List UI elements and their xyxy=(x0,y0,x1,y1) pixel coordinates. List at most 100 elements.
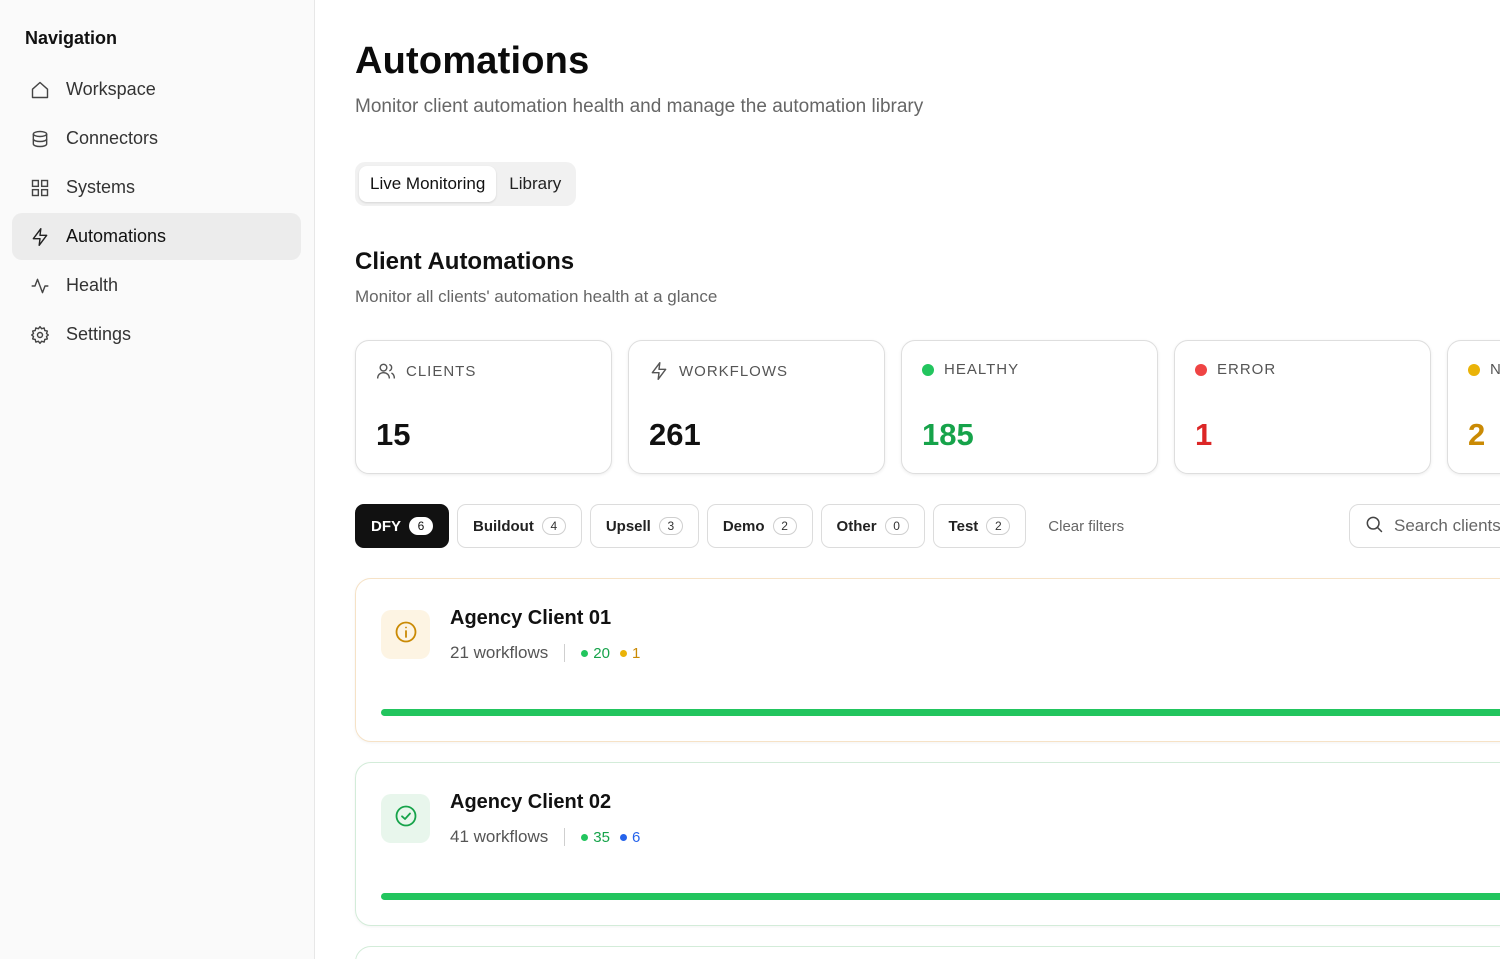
client-status-icon xyxy=(381,794,430,843)
stat-card-clients: CLIENTS 15 xyxy=(355,340,612,474)
chip-label: Buildout xyxy=(473,517,534,535)
chip-label: DFY xyxy=(371,517,401,535)
sidebar-item-automations[interactable]: Automations xyxy=(12,213,301,260)
stat-label: N xyxy=(1490,361,1500,378)
check-circle-icon xyxy=(394,804,418,833)
activity-icon xyxy=(30,276,50,296)
healthy-badge: 20 xyxy=(581,645,610,662)
stat-label: HEALTHY xyxy=(944,361,1020,378)
status-dot xyxy=(1195,363,1207,376)
clear-filters-button[interactable]: Clear filters xyxy=(1048,518,1124,535)
sidebar-item-workspace[interactable]: Workspace xyxy=(12,66,301,113)
stat-label: ERROR xyxy=(1217,361,1277,378)
stat-value: 261 xyxy=(649,417,701,452)
grid-icon xyxy=(30,178,50,198)
chip-label: Other xyxy=(836,517,877,535)
chip-count: 0 xyxy=(884,517,909,535)
client-card[interactable] xyxy=(355,946,1500,959)
warning-badge: 1 xyxy=(619,644,641,662)
health-progress-bar xyxy=(381,709,1500,716)
health-progress-bar xyxy=(381,893,1500,900)
users-icon xyxy=(376,361,396,381)
page-subtitle: Monitor client automation health and man… xyxy=(355,96,924,117)
filter-chip-test[interactable]: Test 2 xyxy=(932,504,1027,548)
sidebar-item-label: Connectors xyxy=(66,128,159,148)
search-input[interactable] xyxy=(1394,516,1500,536)
main-content: Automations Monitor client automation he… xyxy=(315,0,1500,959)
search-icon xyxy=(1364,514,1384,539)
tab-library[interactable]: Library xyxy=(498,166,572,202)
database-icon xyxy=(30,129,50,149)
client-meta: 21 workflows 20 1 xyxy=(450,643,650,663)
gear-icon xyxy=(30,325,50,345)
client-name: Agency Client 02 xyxy=(450,791,612,813)
status-dot xyxy=(922,363,934,376)
page-title: Automations xyxy=(355,40,590,82)
filter-chips: DFY 6 Buildout 4 Upsell 3 Demo 2 Other 0… xyxy=(355,504,1124,548)
client-meta: 41 workflows 35 6 xyxy=(450,827,650,847)
section-title: Client Automations xyxy=(355,248,575,275)
stat-label: CLIENTS xyxy=(406,362,477,380)
client-card[interactable]: Agency Client 02 41 workflows 35 6 xyxy=(355,762,1500,926)
chip-count: 2 xyxy=(986,517,1011,535)
tab-live-monitoring[interactable]: Live Monitoring xyxy=(359,166,497,202)
filter-chip-dfy[interactable]: DFY 6 xyxy=(355,504,449,548)
stat-card-partial: N 2 xyxy=(1447,340,1500,474)
chip-count: 6 xyxy=(409,517,433,535)
workflow-count: 41 workflows xyxy=(450,827,549,846)
chip-count: 3 xyxy=(658,517,683,535)
healthy-badge: 35 xyxy=(581,829,610,846)
section-subtitle: Monitor all clients' automation health a… xyxy=(355,287,718,306)
chip-label: Test xyxy=(948,517,979,535)
status-dot xyxy=(619,649,627,657)
info-badge: 6 xyxy=(619,828,641,846)
sidebar-item-settings[interactable]: Settings xyxy=(12,311,301,358)
stat-value: 185 xyxy=(922,417,974,452)
status-dot xyxy=(581,649,589,657)
filter-chip-buildout[interactable]: Buildout 4 xyxy=(457,504,582,548)
home-icon xyxy=(30,80,50,100)
client-name: Agency Client 01 xyxy=(450,607,612,629)
stat-card-healthy: HEALTHY 185 xyxy=(901,340,1158,474)
sidebar: Navigation Workspace Connectors Systems … xyxy=(0,0,315,959)
sidebar-item-label: Automations xyxy=(66,226,167,246)
client-card[interactable]: Agency Client 01 21 workflows 20 1 xyxy=(355,578,1500,742)
workflow-count: 21 workflows xyxy=(450,643,549,662)
badge-value: 20 xyxy=(593,644,610,662)
stats-row: CLIENTS 15 WORKFLOWS 261 HEALTHY 185 ERR… xyxy=(355,340,1500,474)
chip-count: 4 xyxy=(541,517,566,535)
chip-label: Demo xyxy=(722,517,765,535)
nav-heading: Navigation xyxy=(25,28,118,48)
sidebar-item-label: Systems xyxy=(66,177,136,197)
stat-card-error: ERROR 1 xyxy=(1174,340,1431,474)
sidebar-item-label: Settings xyxy=(66,324,132,344)
sidebar-item-label: Workspace xyxy=(66,79,156,99)
search-box xyxy=(1349,504,1500,548)
status-dot xyxy=(619,833,627,841)
divider xyxy=(564,828,566,846)
status-dot xyxy=(581,833,589,841)
nav-list: Workspace Connectors Systems Automations… xyxy=(12,66,301,360)
badge-value: 6 xyxy=(631,828,641,846)
filter-chip-other[interactable]: Other 0 xyxy=(820,504,925,548)
sidebar-item-label: Health xyxy=(66,275,119,295)
filter-chip-demo[interactable]: Demo 2 xyxy=(706,504,813,548)
sidebar-item-connectors[interactable]: Connectors xyxy=(12,115,301,162)
bolt-icon xyxy=(649,361,669,381)
divider xyxy=(564,644,566,662)
chip-count: 2 xyxy=(772,517,797,535)
badge-value: 1 xyxy=(631,644,641,662)
info-icon xyxy=(394,620,418,649)
stat-value: 15 xyxy=(376,417,411,452)
stat-value: 2 xyxy=(1468,417,1486,452)
filter-chip-upsell[interactable]: Upsell 3 xyxy=(589,504,699,548)
status-dot xyxy=(1468,363,1480,376)
view-tabs: Live Monitoring Library xyxy=(355,162,577,206)
stat-card-workflows: WORKFLOWS 261 xyxy=(628,340,885,474)
stat-label: WORKFLOWS xyxy=(679,362,788,380)
sidebar-item-health[interactable]: Health xyxy=(12,262,301,309)
bolt-icon xyxy=(30,227,50,247)
sidebar-item-systems[interactable]: Systems xyxy=(12,164,301,211)
chip-label: Upsell xyxy=(605,517,651,535)
client-status-icon xyxy=(381,610,430,659)
